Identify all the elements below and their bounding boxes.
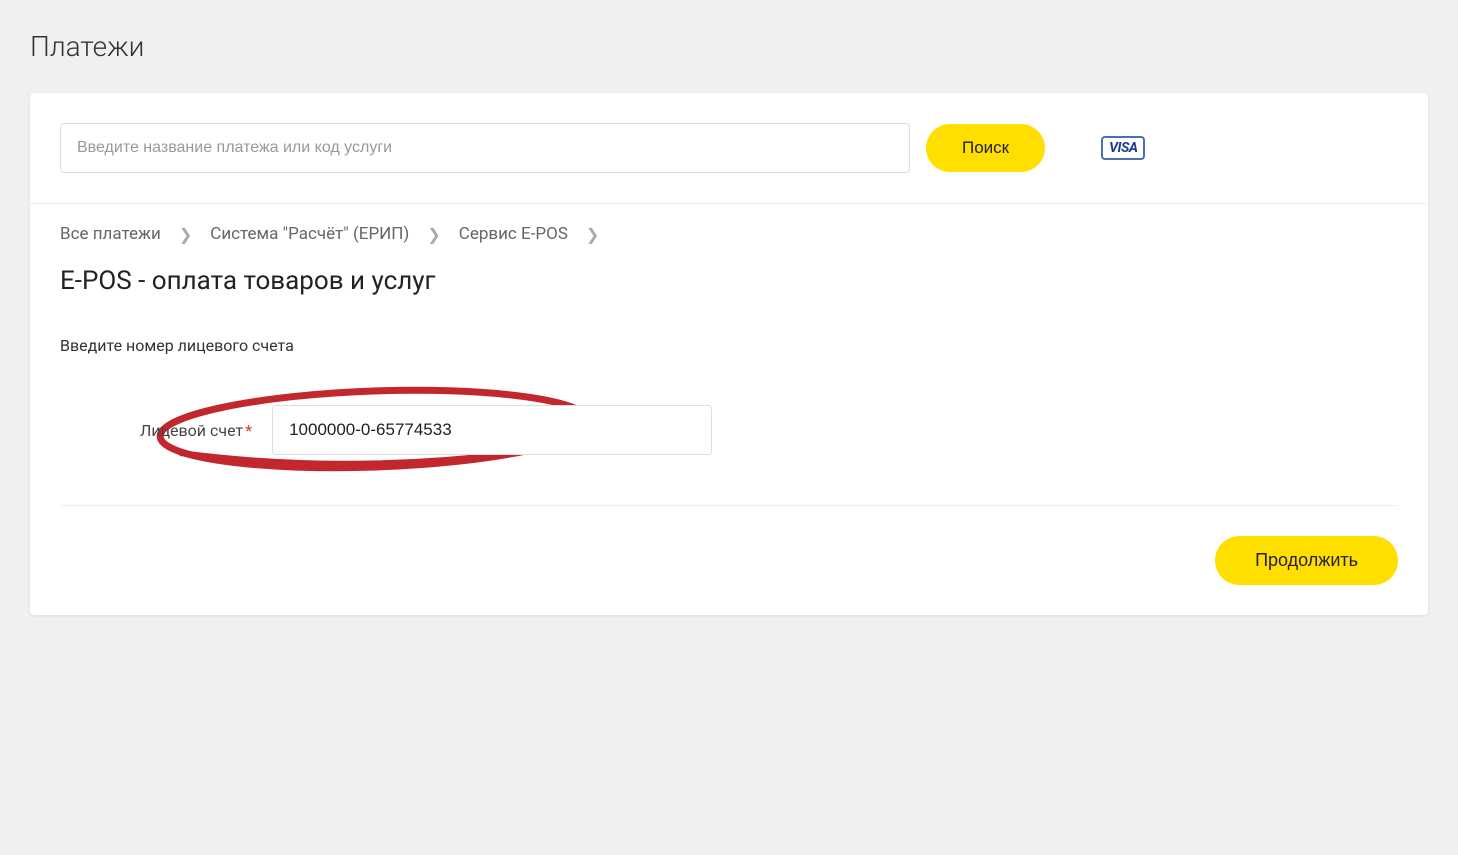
page-title: Платежи [30, 30, 1428, 63]
account-field-label: Лицевой счет* [140, 421, 252, 440]
breadcrumb: Все платежи ❯ Система "Расчёт" (ЕРИП) ❯ … [60, 224, 1398, 244]
breadcrumb-item-erip[interactable]: Система "Расчёт" (ЕРИП) [210, 224, 409, 244]
divider [60, 505, 1398, 506]
chevron-right-icon: ❯ [586, 225, 599, 244]
instruction-text: Введите номер лицевого счета [60, 336, 1398, 355]
account-label-text: Лицевой счет [140, 421, 243, 440]
required-asterisk: * [245, 421, 252, 440]
footer-actions: Продолжить [60, 536, 1398, 585]
breadcrumb-item-all[interactable]: Все платежи [60, 224, 161, 244]
search-input[interactable] [60, 123, 910, 173]
search-button[interactable]: Поиск [926, 124, 1045, 172]
visa-icon: VISA [1101, 136, 1145, 160]
breadcrumb-item-epos[interactable]: Сервис E-POS [459, 224, 568, 244]
continue-button[interactable]: Продолжить [1215, 536, 1398, 585]
payment-card: Поиск VISA Все платежи ❯ Система "Расчёт… [30, 93, 1428, 615]
chevron-right-icon: ❯ [427, 225, 440, 244]
account-input[interactable] [272, 405, 712, 455]
content-section: Все платежи ❯ Система "Расчёт" (ЕРИП) ❯ … [30, 204, 1428, 615]
chevron-right-icon: ❯ [179, 225, 192, 244]
account-field-row: Лицевой счет* [60, 405, 1398, 455]
search-section: Поиск VISA [30, 93, 1428, 204]
section-title: E-POS - оплата товаров и услуг [60, 266, 1398, 296]
